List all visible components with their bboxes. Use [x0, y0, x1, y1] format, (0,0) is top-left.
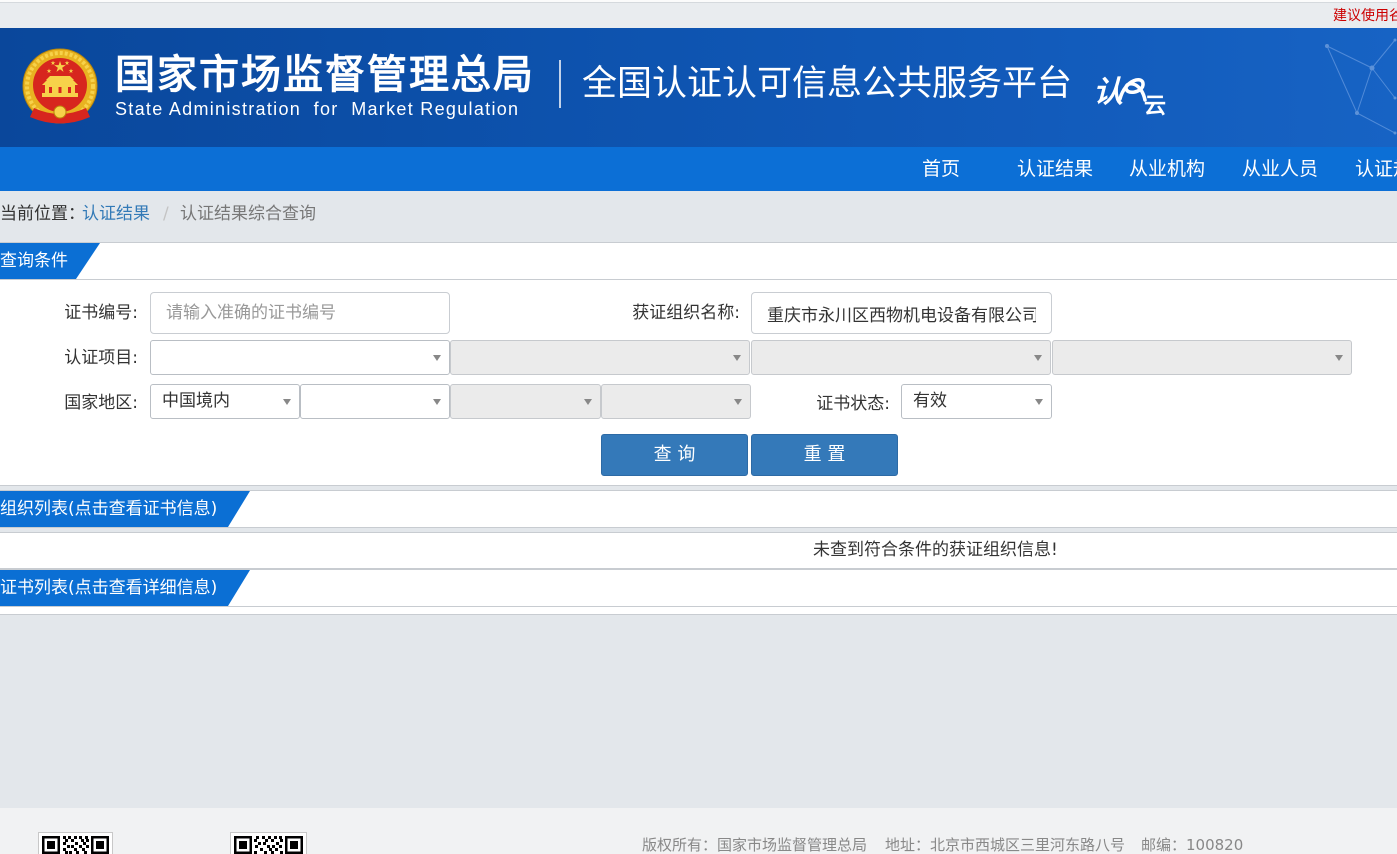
nav-item-institutions[interactable]: 从业机构 — [1129, 147, 1205, 191]
header-divider — [559, 60, 561, 108]
top-notice-bar: 建议使用谷 — [0, 0, 1397, 28]
nav-item-cert-results[interactable]: 认证结果 — [1017, 147, 1093, 191]
qr-code-icon — [230, 832, 307, 854]
qr-code-icon — [38, 832, 113, 854]
cert-project-select-2[interactable] — [450, 340, 750, 375]
org-list-panel: 组织列表(点击查看证书信息) — [0, 490, 1397, 528]
query-conditions-panel: 查询条件 证书编号: 获证组织名称: 认证项目: 国家地区: 中国境内 — [0, 242, 1397, 486]
org-list-body: 未查到符合条件的获证组织信息! — [0, 532, 1397, 569]
network-decoration-icon — [1325, 38, 1397, 135]
region-select-province[interactable] — [300, 384, 450, 419]
cert-status-select-value: 有效 — [913, 391, 947, 411]
org-name-input[interactable] — [751, 292, 1052, 334]
org-list-title: 组织列表(点击查看证书信息) — [0, 491, 250, 527]
region-select-district[interactable] — [601, 384, 751, 419]
main-nav: 首页 认证结果 从业机构 从业人员 认证规 — [0, 147, 1397, 191]
org-name-label: 获证组织名称: — [632, 303, 740, 323]
logo-loop-icon — [1118, 78, 1147, 102]
caret-down-icon — [283, 399, 291, 405]
cert-project-select-4[interactable] — [1052, 340, 1352, 375]
org-name-en: State Administration for Market Regulati… — [115, 99, 520, 119]
nav-item-rules[interactable]: 认证规 — [1355, 147, 1397, 191]
cert-project-label: 认证项目: — [64, 348, 138, 368]
cert-status-label: 证书状态: — [816, 394, 890, 414]
footer-address: 地址：北京市西城区三里河东路八号 — [885, 836, 1126, 854]
reset-button[interactable]: 重 置 — [751, 434, 898, 476]
search-button[interactable]: 查 询 — [601, 434, 748, 476]
cert-status-select[interactable]: 有效 — [901, 384, 1052, 419]
page: 建议使用谷 国家市场监督管理总局 State Administration fo… — [0, 0, 1397, 854]
org-list-empty-message: 未查到符合条件的获证组织信息! — [813, 540, 1058, 560]
site-footer: 版权所有：国家市场监督管理总局 地址：北京市西城区三里河东路八号 邮编：1008… — [0, 808, 1397, 854]
org-name-cn: 国家市场监督管理总局 — [115, 52, 535, 98]
site-header: 国家市场监督管理总局 State Administration for Mark… — [0, 28, 1397, 147]
cert-no-label: 证书编号: — [64, 303, 138, 323]
cert-list-panel: 证书列表(点击查看详细信息) — [0, 569, 1397, 615]
region-select-city[interactable] — [450, 384, 601, 419]
browser-notice: 建议使用谷 — [1333, 8, 1397, 24]
caret-down-icon — [433, 399, 441, 405]
breadcrumb: 当前位置： 认证结果 / 认证结果综合查询 — [0, 191, 1397, 242]
caret-down-icon — [733, 355, 741, 361]
renzheng-yun-logo: 认 云 — [1093, 73, 1169, 119]
query-panel-title: 查询条件 — [0, 243, 100, 279]
query-panel-header: 查询条件 — [0, 243, 1397, 280]
region-label: 国家地区: — [64, 393, 138, 413]
cert-project-select-1[interactable] — [150, 340, 450, 375]
cert-list-header: 证书列表(点击查看详细信息) — [0, 570, 1397, 607]
caret-down-icon — [734, 399, 742, 405]
logo-char-last: 云 — [1144, 94, 1167, 119]
nav-item-home[interactable]: 首页 — [922, 147, 962, 191]
footer-postcode: 邮编：100820 — [1141, 836, 1244, 854]
footer-copyright: 版权所有：国家市场监督管理总局 — [642, 836, 868, 854]
caret-down-icon — [584, 399, 592, 405]
region-select-country[interactable]: 中国境内 — [150, 384, 300, 419]
cert-no-input[interactable] — [150, 292, 450, 334]
cert-project-select-3[interactable] — [751, 340, 1051, 375]
caret-down-icon — [1034, 355, 1042, 361]
breadcrumb-prefix: 当前位置： — [0, 204, 85, 224]
region-select-country-value: 中国境内 — [162, 391, 230, 411]
caret-down-icon — [433, 355, 441, 361]
breadcrumb-current: 认证结果综合查询 — [180, 204, 316, 224]
breadcrumb-link-cert-results[interactable]: 认证结果 — [82, 201, 150, 227]
platform-title: 全国认证认可信息公共服务平台 — [582, 64, 1073, 104]
nav-item-personnel[interactable]: 从业人员 — [1242, 147, 1318, 191]
national-emblem-icon — [22, 48, 98, 124]
caret-down-icon — [1035, 399, 1043, 405]
caret-down-icon — [1335, 355, 1343, 361]
breadcrumb-separator: / — [163, 204, 169, 224]
cert-list-title: 证书列表(点击查看详细信息) — [0, 570, 250, 606]
